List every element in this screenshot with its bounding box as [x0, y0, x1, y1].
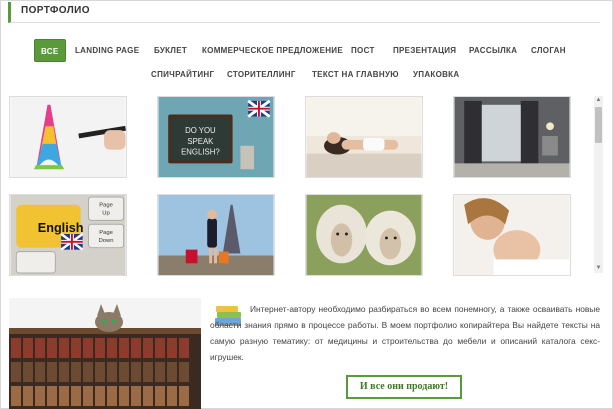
filter-booklet[interactable]: БУКЛЕТ — [154, 39, 187, 62]
mother-and-baby-image — [454, 195, 570, 275]
filter-homepage-text[interactable]: ТЕКСТ НА ГЛАВНУЮ — [312, 63, 399, 86]
svg-text:ENGLISH?: ENGLISH? — [181, 148, 220, 157]
svg-text:SPEAK: SPEAK — [187, 137, 214, 146]
section-header: ПОРТФОЛИО — [8, 2, 600, 23]
filter-speechwriting[interactable]: СПИЧРАЙТИНГ — [151, 63, 214, 86]
scrollbar-thumb[interactable] — [595, 107, 602, 143]
page-frame: ПОРТФОЛИО ВСЕ LANDING PAGE БУКЛЕТ КОММЕР… — [0, 0, 613, 409]
portfolio-item-eiffel-tower[interactable] — [9, 96, 127, 178]
filter-slogan[interactable]: СЛОГАН — [531, 39, 566, 62]
filter-commercial-offer[interactable]: КОММЕРЧЕСКОЕ ПРЕДЛОЖЕНИЕ — [202, 39, 343, 62]
portfolio-item-relaxing-woman[interactable] — [305, 96, 423, 178]
portfolio-item-mother-baby[interactable] — [453, 194, 571, 276]
portfolio-item-curtains[interactable] — [453, 96, 571, 178]
svg-text:Up: Up — [102, 211, 109, 217]
filter-row-1: ВСЕ LANDING PAGE БУКЛЕТ КОММЕРЧЕСКОЕ ПРЕ… — [1, 39, 613, 63]
woman-shopping-paris-image — [158, 195, 274, 275]
svg-text:English: English — [38, 221, 84, 235]
portfolio-item-english-keyboard[interactable]: English Page Up Page Down — [9, 194, 127, 276]
portfolio-description: Интернет-автору необходимо разбираться в… — [210, 304, 600, 362]
scroll-up-icon[interactable]: ▲ — [594, 96, 603, 105]
filter-presentation[interactable]: ПРЕЗЕНТАЦИЯ — [393, 39, 456, 62]
eiffel-tower-3d-pen-image — [10, 97, 126, 177]
english-keyboard-image: English Page Up Page Down — [10, 195, 126, 275]
svg-text:Page: Page — [99, 203, 113, 209]
cta-button[interactable]: И все они продают! — [346, 375, 462, 399]
scroll-down-icon[interactable]: ▼ — [594, 264, 603, 273]
interior-curtains-image — [454, 97, 570, 177]
portfolio-item-speak-english[interactable]: DO YOU SPEAK ENGLISH? — [157, 96, 275, 178]
portfolio-scrollbar[interactable]: ▲ ▼ — [594, 96, 603, 273]
svg-text:Down: Down — [99, 238, 114, 244]
page-title: ПОРТФОЛИО — [21, 5, 90, 16]
do-you-speak-english-chalkboard-image: DO YOU SPEAK ENGLISH? — [158, 97, 274, 177]
woman-relaxing-image — [306, 97, 422, 177]
filter-storytelling[interactable]: СТОРИТЕЛЛИНГ — [227, 63, 296, 86]
svg-text:Page: Page — [99, 230, 113, 236]
cat-on-bookshelf-image — [9, 298, 201, 409]
filter-packaging[interactable]: УПАКОВКА — [413, 63, 459, 86]
filter-mailing[interactable]: РАССЫЛКА — [469, 39, 517, 62]
filter-row-2: СПИЧРАЙТИНГ СТОРИТЕЛЛИНГ ТЕКСТ НА ГЛАВНУ… — [1, 63, 613, 87]
portfolio-item-paris-shopping[interactable] — [157, 194, 275, 276]
filter-post[interactable]: ПОСТ — [351, 39, 375, 62]
sheep-image — [306, 195, 422, 275]
filter-landing-page[interactable]: LANDING PAGE — [75, 39, 139, 62]
portfolio-item-sheep[interactable] — [305, 194, 423, 276]
filter-all[interactable]: ВСЕ — [34, 39, 66, 62]
svg-text:DO YOU: DO YOU — [185, 126, 216, 135]
